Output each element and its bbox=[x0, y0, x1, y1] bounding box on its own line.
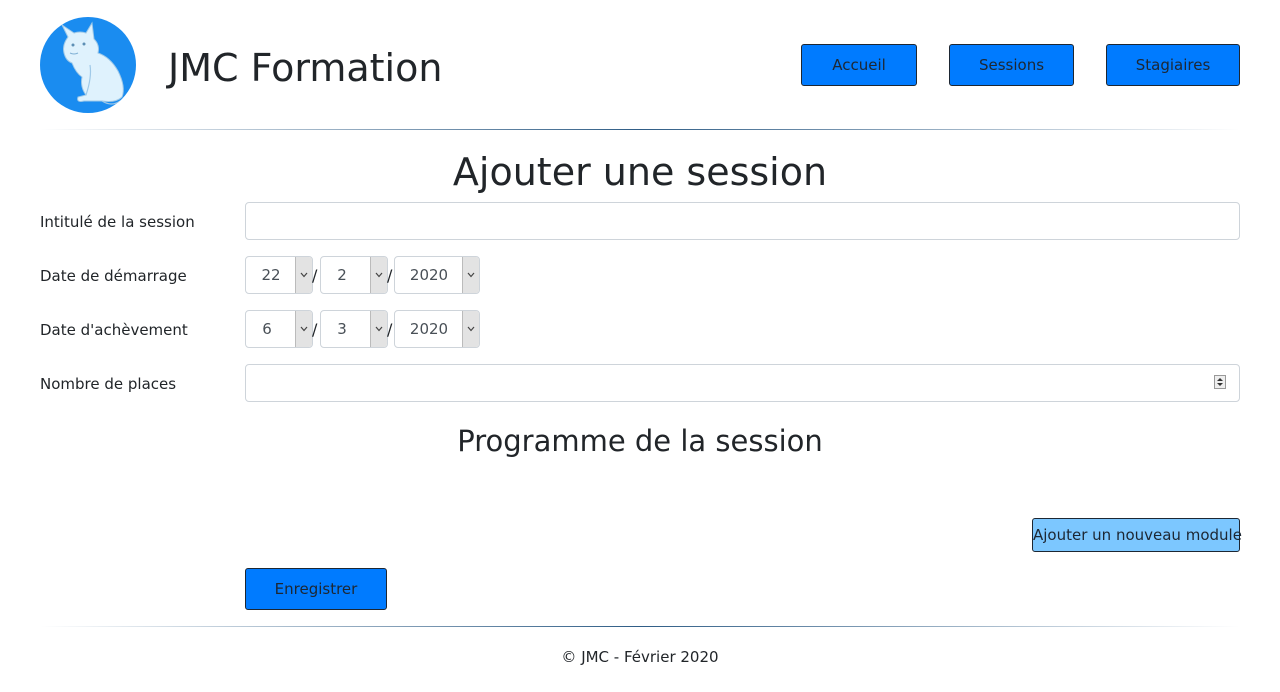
date-separator: / bbox=[312, 266, 318, 285]
footer-divider bbox=[40, 626, 1240, 627]
start-month-select[interactable]: 2 bbox=[320, 256, 388, 294]
chevron-down-icon bbox=[370, 311, 387, 347]
end-year-value: 2020 bbox=[409, 320, 449, 338]
end-day-value: 6 bbox=[262, 320, 272, 338]
chevron-down-icon bbox=[462, 311, 479, 347]
end-month-value: 3 bbox=[337, 320, 347, 338]
chevron-down-icon bbox=[295, 257, 312, 293]
start-date-label: Date de démarrage bbox=[40, 267, 187, 285]
nav-stagiaires-button[interactable]: Stagiaires bbox=[1106, 44, 1240, 86]
start-month-value: 2 bbox=[337, 266, 347, 284]
nav-accueil-button[interactable]: Accueil bbox=[801, 44, 917, 86]
number-spinner-icon[interactable] bbox=[1214, 375, 1226, 389]
spinner-up-icon[interactable] bbox=[1217, 378, 1223, 381]
footer-text: © JMC - Février 2020 bbox=[561, 648, 719, 666]
brand-title: JMC Formation bbox=[168, 46, 443, 90]
start-day-select[interactable]: 22 bbox=[245, 256, 313, 294]
end-year-select[interactable]: 2020 bbox=[394, 310, 480, 348]
end-day-select[interactable]: 6 bbox=[245, 310, 313, 348]
program-title: Programme de la session bbox=[457, 424, 823, 458]
chevron-down-icon bbox=[462, 257, 479, 293]
places-field bbox=[245, 364, 1240, 402]
header-divider bbox=[40, 129, 1240, 130]
cat-icon bbox=[60, 21, 124, 105]
date-separator: / bbox=[387, 266, 393, 285]
start-day-value: 22 bbox=[261, 266, 281, 284]
chevron-down-icon bbox=[370, 257, 387, 293]
save-button[interactable]: Enregistrer bbox=[245, 568, 387, 610]
start-year-select[interactable]: 2020 bbox=[394, 256, 480, 294]
session-title-label: Intitulé de la session bbox=[40, 213, 195, 231]
session-title-input[interactable] bbox=[245, 202, 1240, 240]
start-year-value: 2020 bbox=[409, 266, 449, 284]
nav-sessions-button[interactable]: Sessions bbox=[949, 44, 1074, 86]
end-month-select[interactable]: 3 bbox=[320, 310, 388, 348]
places-label: Nombre de places bbox=[40, 375, 177, 393]
chevron-down-icon bbox=[295, 311, 312, 347]
spinner-down-icon[interactable] bbox=[1217, 383, 1223, 386]
end-date-label: Date d'achèvement bbox=[40, 321, 188, 339]
date-separator: / bbox=[312, 320, 318, 339]
add-module-button[interactable]: Ajouter un nouveau module bbox=[1032, 518, 1242, 552]
date-separator: / bbox=[387, 320, 393, 339]
logo bbox=[40, 17, 136, 113]
page-title: Ajouter une session bbox=[452, 150, 828, 194]
places-input[interactable] bbox=[245, 364, 1240, 402]
